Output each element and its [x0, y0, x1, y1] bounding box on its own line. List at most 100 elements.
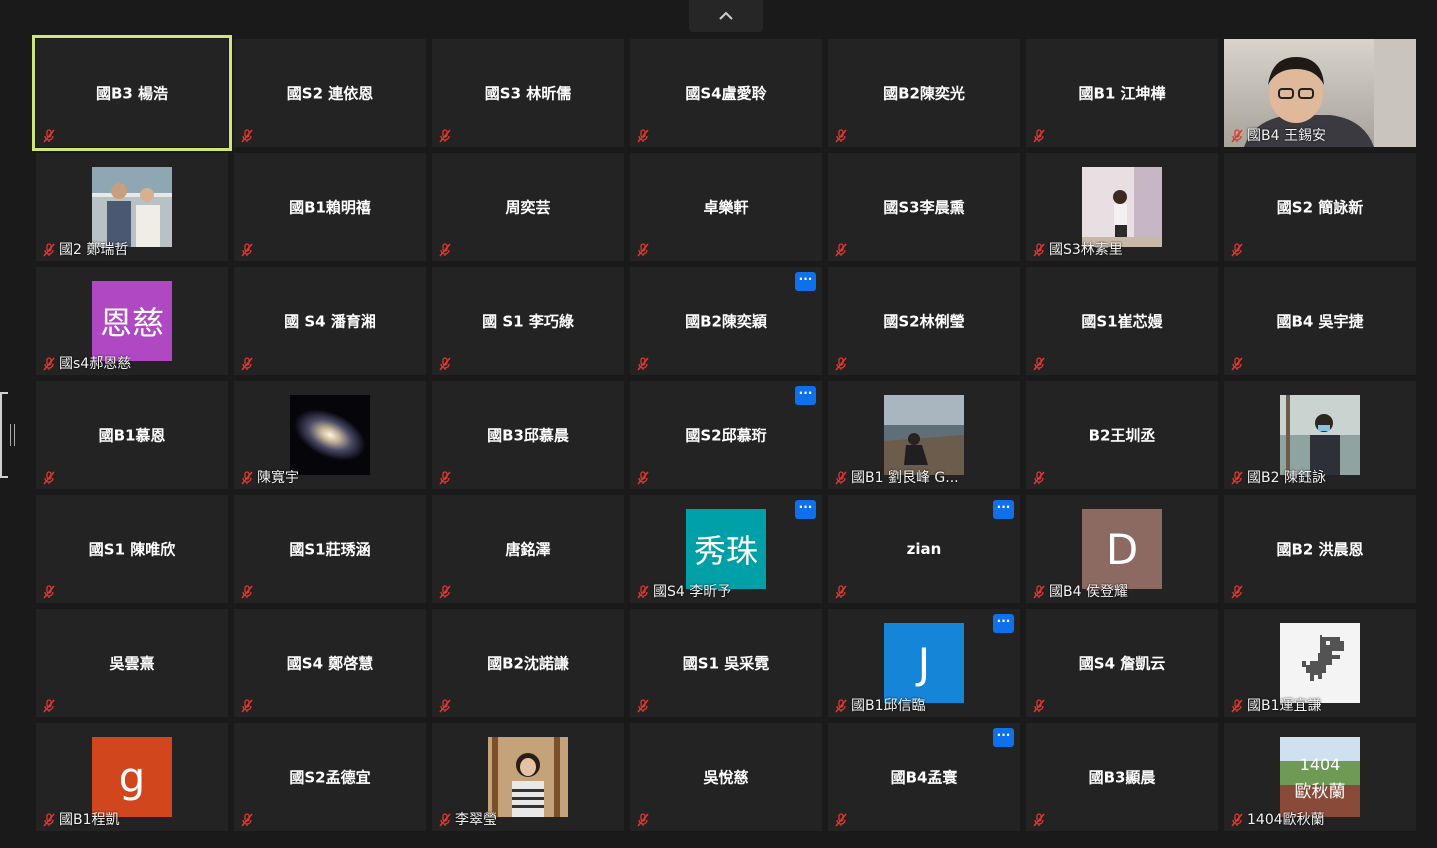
participant-tile[interactable]: 恩慈 國s4郝恩慈	[36, 267, 228, 375]
side-panel-handle[interactable]	[0, 392, 15, 478]
muted-mic-icon	[241, 129, 253, 143]
participant-tile[interactable]: 國B3顯晨	[1026, 723, 1218, 831]
muted-mic-icon	[43, 813, 55, 827]
muted-mic-icon	[241, 243, 253, 257]
participant-tile[interactable]: 唐銘澤	[432, 495, 624, 603]
participant-tile[interactable]: 國S2林俐瑩	[828, 267, 1020, 375]
participant-name: 國S1莊琇涵	[289, 540, 371, 559]
participant-tile[interactable]: ··· 國B2陳奕穎	[630, 267, 822, 375]
muted-mic-icon	[1033, 699, 1045, 713]
participant-tile[interactable]: 國B2陳奕光	[828, 39, 1020, 147]
participant-tile[interactable]: 周奕芸	[432, 153, 624, 261]
participant-tile[interactable]: 國S4 鄭啓慧	[234, 609, 426, 717]
participant-tile[interactable]: 李翠瑩	[432, 723, 624, 831]
more-options-button[interactable]: ···	[795, 386, 816, 405]
muted-mic-icon	[1231, 129, 1243, 143]
participant-label: 國2 鄭瑞哲	[59, 242, 129, 258]
participant-name: 國S1 陳唯欣	[88, 540, 176, 559]
participant-label: 國B1程凱	[59, 812, 120, 828]
participant-tile[interactable]: D 國B4 侯登耀	[1026, 495, 1218, 603]
profile-photo	[488, 737, 568, 817]
more-options-button[interactable]: ···	[795, 500, 816, 519]
profile-photo	[1082, 167, 1162, 247]
participant-name: 國B2陳奕光	[883, 84, 965, 103]
participant-tile[interactable]: 國S3 林昕儒	[432, 39, 624, 147]
participant-name: 國B1 江坤樺	[1078, 84, 1166, 103]
participant-tile[interactable]: 國S1 陳唯欣	[36, 495, 228, 603]
muted-mic-icon	[1231, 699, 1243, 713]
participant-tile[interactable]: 國B4 吳宇捷	[1224, 267, 1416, 375]
participant-name: 國B3邱慕晨	[487, 426, 569, 445]
participant-label: 國S3林素里	[1049, 242, 1123, 258]
participant-tile[interactable]: 國B2沈諾謙	[432, 609, 624, 717]
muted-mic-icon	[637, 471, 649, 485]
muted-mic-icon	[241, 471, 253, 485]
participant-tile[interactable]: 吳悅慈	[630, 723, 822, 831]
more-options-button[interactable]: ···	[993, 728, 1014, 747]
participant-label: 國B1運宜謙	[1247, 698, 1322, 714]
participant-tile[interactable]: 吳雲熹	[36, 609, 228, 717]
muted-mic-icon	[241, 813, 253, 827]
participant-tile[interactable]: 國B1 江坤樺	[1026, 39, 1218, 147]
participant-tile[interactable]: 國S2孟德宜	[234, 723, 426, 831]
participant-tile[interactable]: ··· 國B4孟寰	[828, 723, 1020, 831]
participant-tile[interactable]: ··· zian	[828, 495, 1020, 603]
participant-name: 國S1 吳采霓	[682, 654, 770, 673]
muted-mic-icon	[1231, 471, 1243, 485]
collapse-thumbnails-button[interactable]	[689, 0, 763, 32]
participant-tile[interactable]: 國S3李晨熏	[828, 153, 1020, 261]
participant-tile[interactable]: 國B1賴明禧	[234, 153, 426, 261]
participant-name: 唐銘澤	[505, 540, 551, 559]
participant-tile[interactable]: 國B4 王錫安	[1224, 39, 1416, 147]
participant-tile[interactable]: 1404 歐秋蘭 1404歐秋蘭	[1224, 723, 1416, 831]
participant-tile[interactable]: 國S4 詹凱云	[1026, 609, 1218, 717]
participant-tile[interactable]: 國S1崔芯嫚	[1026, 267, 1218, 375]
participant-tile[interactable]: 國S3林素里	[1026, 153, 1218, 261]
participant-tile[interactable]: 國 S4 潘育湘	[234, 267, 426, 375]
chevron-up-icon	[719, 11, 733, 20]
muted-mic-icon	[835, 813, 847, 827]
participant-tile[interactable]: 陳寬宇	[234, 381, 426, 489]
muted-mic-icon	[1033, 813, 1045, 827]
participant-name: 吳雲熹	[109, 654, 155, 673]
muted-mic-icon	[439, 357, 451, 371]
participant-name: 國B1慕恩	[98, 426, 166, 445]
participant-tile[interactable]: ··· J 國B1邱信臨	[828, 609, 1020, 717]
participant-tile[interactable]: 國B2 洪晨恩	[1224, 495, 1416, 603]
participant-tile[interactable]: 國S1莊琇涵	[234, 495, 426, 603]
participant-tile[interactable]: 國S2 簡詠新	[1224, 153, 1416, 261]
participant-tile[interactable]: 國S4盧愛聆	[630, 39, 822, 147]
muted-mic-icon	[835, 243, 847, 257]
participant-tile[interactable]: 國B3 楊浩	[32, 35, 232, 151]
participant-tile[interactable]: ··· 秀珠 國S4 李昕予	[630, 495, 822, 603]
participant-tile[interactable]: 國S1 吳采霓	[630, 609, 822, 717]
muted-mic-icon	[1033, 585, 1045, 599]
participant-tile[interactable]: 國2 鄭瑞哲	[36, 153, 228, 261]
muted-mic-icon	[241, 585, 253, 599]
participant-tile[interactable]: ··· 國S2邱慕珩	[630, 381, 822, 489]
muted-mic-icon	[43, 129, 55, 143]
participant-tile[interactable]: 國 S1 李巧綠	[432, 267, 624, 375]
muted-mic-icon	[835, 471, 847, 485]
more-options-button[interactable]: ···	[993, 614, 1014, 633]
more-options-button[interactable]: ···	[795, 272, 816, 291]
participant-name: zian	[906, 540, 942, 558]
muted-mic-icon	[835, 585, 847, 599]
participant-tile[interactable]: 國B2 陳鈺詠	[1224, 381, 1416, 489]
participant-label: 國S4 李昕予	[653, 584, 732, 600]
profile-photo: 1404 歐秋蘭	[1280, 737, 1360, 817]
more-options-button[interactable]: ···	[993, 500, 1014, 519]
participant-tile[interactable]: g 國B1程凱	[36, 723, 228, 831]
participant-tile[interactable]: 卓樂軒	[630, 153, 822, 261]
muted-mic-icon	[637, 357, 649, 371]
muted-mic-icon	[1033, 129, 1045, 143]
participant-tile[interactable]: B2王圳丞	[1026, 381, 1218, 489]
participant-label: 國s4郝恩慈	[59, 356, 132, 372]
participant-tile[interactable]: 國B3邱慕晨	[432, 381, 624, 489]
muted-mic-icon	[835, 129, 847, 143]
participant-tile[interactable]: 國B1慕恩	[36, 381, 228, 489]
muted-mic-icon	[43, 357, 55, 371]
participant-tile[interactable]: 國B1運宜謙	[1224, 609, 1416, 717]
participant-tile[interactable]: 國S2 連依恩	[234, 39, 426, 147]
participant-tile[interactable]: 國B1 劉艮峰 G...	[828, 381, 1020, 489]
